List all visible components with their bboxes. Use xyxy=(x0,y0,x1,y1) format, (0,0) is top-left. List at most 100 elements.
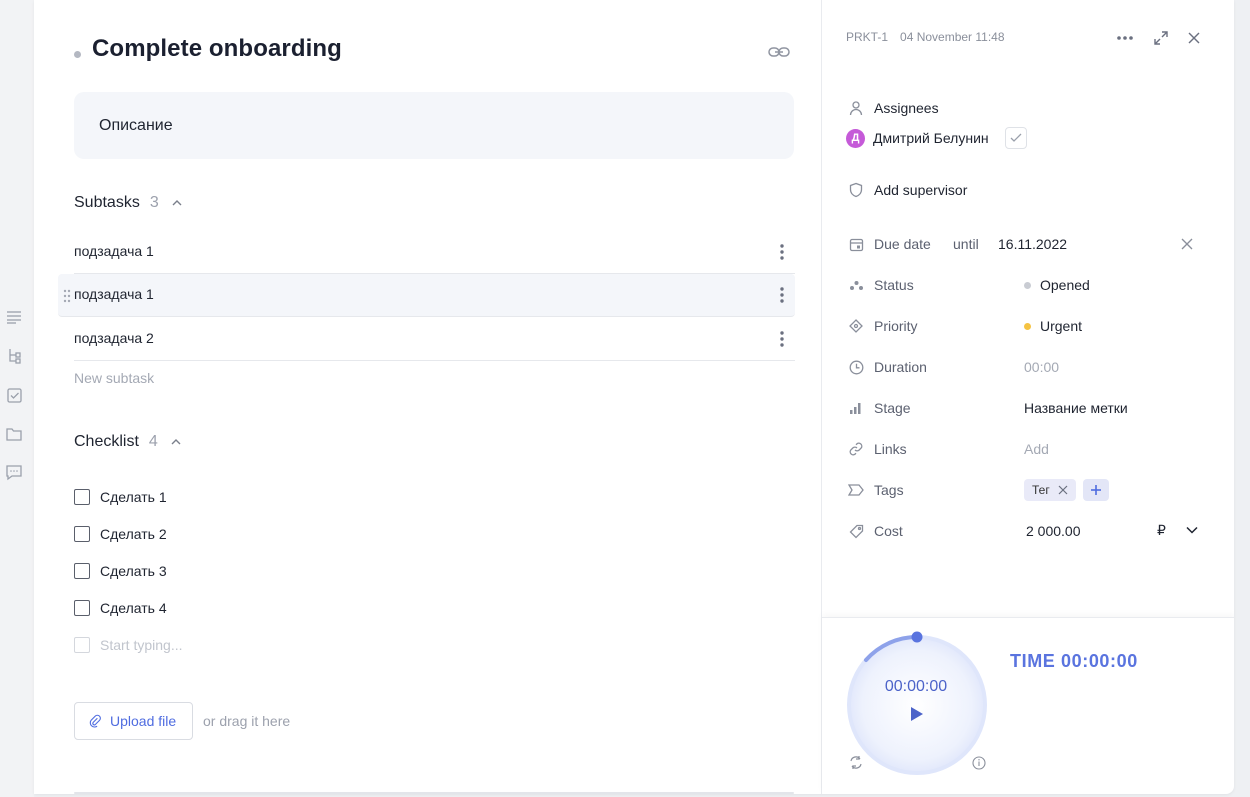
links-row[interactable]: Links Add xyxy=(848,439,1208,459)
cost-row[interactable]: Cost 2 000.00 ₽ xyxy=(848,521,1208,541)
title-bullet xyxy=(74,51,81,58)
plus-icon xyxy=(1090,485,1101,495)
checkbox[interactable] xyxy=(74,489,90,505)
clock-icon xyxy=(848,359,864,375)
stage-value[interactable]: Название метки xyxy=(1024,400,1128,416)
shield-icon xyxy=(849,182,863,198)
chevron-up-icon[interactable] xyxy=(170,437,182,447)
subtask-label: подзадача 1 xyxy=(74,243,154,259)
timer-ring xyxy=(847,631,987,775)
upload-file-button[interactable]: Upload file xyxy=(74,702,193,740)
checklist-item[interactable]: Сделать 1 xyxy=(74,487,167,507)
tag-label: Тег xyxy=(1032,483,1050,497)
upload-file-label: Upload file xyxy=(110,713,177,729)
tag-chip[interactable]: Тег xyxy=(1024,479,1076,501)
timer-display: 00:00:00 xyxy=(884,678,948,695)
status-label: Status xyxy=(874,277,914,293)
checkbox[interactable] xyxy=(74,600,90,616)
list-icon[interactable] xyxy=(5,308,23,326)
duration-row[interactable]: Duration 00:00 xyxy=(848,357,1208,377)
checklist-item[interactable]: Сделать 3 xyxy=(74,561,167,581)
assignee-row[interactable]: Д Дмитрий Белунин xyxy=(846,127,1027,149)
timer-handle[interactable] xyxy=(911,631,923,643)
subtask-row[interactable]: подзадача 1 xyxy=(58,274,795,317)
subtask-row[interactable]: подзадача 2 xyxy=(74,318,795,361)
subtasks-header[interactable]: Subtasks 3 xyxy=(74,194,183,212)
description-box[interactable]: Описание xyxy=(74,92,794,159)
links-label: Links xyxy=(874,441,907,457)
task-id: PRKT-1 xyxy=(846,30,889,44)
tags-label: Tags xyxy=(874,482,904,498)
new-subtask-input[interactable]: New subtask xyxy=(74,370,154,386)
checklist-header[interactable]: Checklist 4 xyxy=(74,433,182,451)
more-vertical-icon[interactable] xyxy=(779,243,785,261)
more-horizontal-icon[interactable] xyxy=(1116,30,1134,46)
link-icon xyxy=(848,441,864,457)
close-icon[interactable] xyxy=(1188,30,1200,46)
checkbox-icon[interactable] xyxy=(5,386,23,404)
duration-label: Duration xyxy=(874,359,927,375)
price-tag-icon xyxy=(848,523,864,539)
more-vertical-icon[interactable] xyxy=(779,330,785,348)
add-supervisor-button[interactable]: Add supervisor xyxy=(848,182,967,198)
add-tag-button[interactable] xyxy=(1082,479,1109,501)
status-text: Opened xyxy=(1040,277,1090,293)
info-icon[interactable] xyxy=(972,756,986,770)
new-checklist-input[interactable]: Start typing... xyxy=(100,637,182,653)
due-date-row[interactable]: Due date until 16.11.2022 xyxy=(848,234,1208,254)
checklist-count: 4 xyxy=(148,433,158,450)
created-date: 04 November 11:48 xyxy=(900,30,1005,44)
hierarchy-icon[interactable] xyxy=(5,347,23,365)
reset-icon[interactable] xyxy=(850,756,862,769)
checklist-label: Checklist xyxy=(74,433,139,450)
link-icon[interactable] xyxy=(767,42,791,62)
checklist-item-label: Сделать 3 xyxy=(100,563,167,579)
links-add[interactable]: Add xyxy=(1024,441,1049,457)
subtask-row[interactable]: подзадача 1 xyxy=(74,231,795,274)
priority-row[interactable]: Priority Urgent xyxy=(848,316,1208,336)
checkbox[interactable] xyxy=(74,563,90,579)
checklist-item[interactable]: Сделать 4 xyxy=(74,598,167,618)
bottom-divider xyxy=(74,792,794,794)
chevron-up-icon[interactable] xyxy=(171,198,183,208)
due-date-value[interactable]: 16.11.2022 xyxy=(998,236,1067,252)
assignee-approve-button[interactable] xyxy=(1004,127,1027,149)
stage-label: Stage xyxy=(874,400,911,416)
priority-label: Priority xyxy=(874,318,918,334)
checklist-item[interactable]: Сделать 2 xyxy=(74,524,167,544)
subtask-label: подзадача 2 xyxy=(74,330,154,346)
more-vertical-icon[interactable] xyxy=(779,286,785,304)
duration-value[interactable]: 00:00 xyxy=(1024,359,1059,375)
task-title[interactable]: Complete onboarding xyxy=(92,35,342,63)
currency-symbol[interactable]: ₽ xyxy=(1157,522,1166,539)
checkbox[interactable] xyxy=(74,526,90,542)
user-icon xyxy=(849,101,863,116)
cost-label: Cost xyxy=(874,523,903,539)
priority-value[interactable]: Urgent xyxy=(1024,318,1082,334)
checklist-item-label: Сделать 4 xyxy=(100,600,167,616)
cost-value[interactable]: 2 000.00 xyxy=(1026,523,1081,539)
assignees-label: Assignees xyxy=(874,100,939,116)
timer-panel: 00:00:00 TIME 00:00:00 xyxy=(822,617,1234,794)
subtasks-label: Subtasks xyxy=(74,194,140,211)
status-row[interactable]: Status Opened xyxy=(848,275,1208,295)
status-icon xyxy=(848,277,864,293)
drag-handle-icon[interactable] xyxy=(63,289,71,303)
remove-tag-icon[interactable] xyxy=(1058,485,1068,495)
clear-date-icon[interactable] xyxy=(1181,238,1193,250)
stage-row[interactable]: Stage Название метки xyxy=(848,398,1208,418)
expand-icon[interactable] xyxy=(1154,30,1168,46)
chat-icon[interactable] xyxy=(5,464,23,482)
checklist-item-label: Сделать 2 xyxy=(100,526,167,542)
drag-hint: or drag it here xyxy=(203,713,291,729)
total-time: TIME 00:00:00 xyxy=(1010,651,1138,671)
subtask-label: подзадача 1 xyxy=(74,286,154,302)
status-value[interactable]: Opened xyxy=(1024,277,1090,293)
chevron-down-icon[interactable] xyxy=(1186,526,1198,534)
folder-icon[interactable] xyxy=(5,425,23,443)
check-icon xyxy=(1010,133,1022,142)
subtasks-count: 3 xyxy=(149,194,159,211)
task-sidebar: PRKT-1 04 November 11:48 Assignees Д Дми… xyxy=(821,0,1234,794)
tag-icon xyxy=(848,482,864,498)
new-checklist-item[interactable]: Start typing... xyxy=(74,635,182,655)
